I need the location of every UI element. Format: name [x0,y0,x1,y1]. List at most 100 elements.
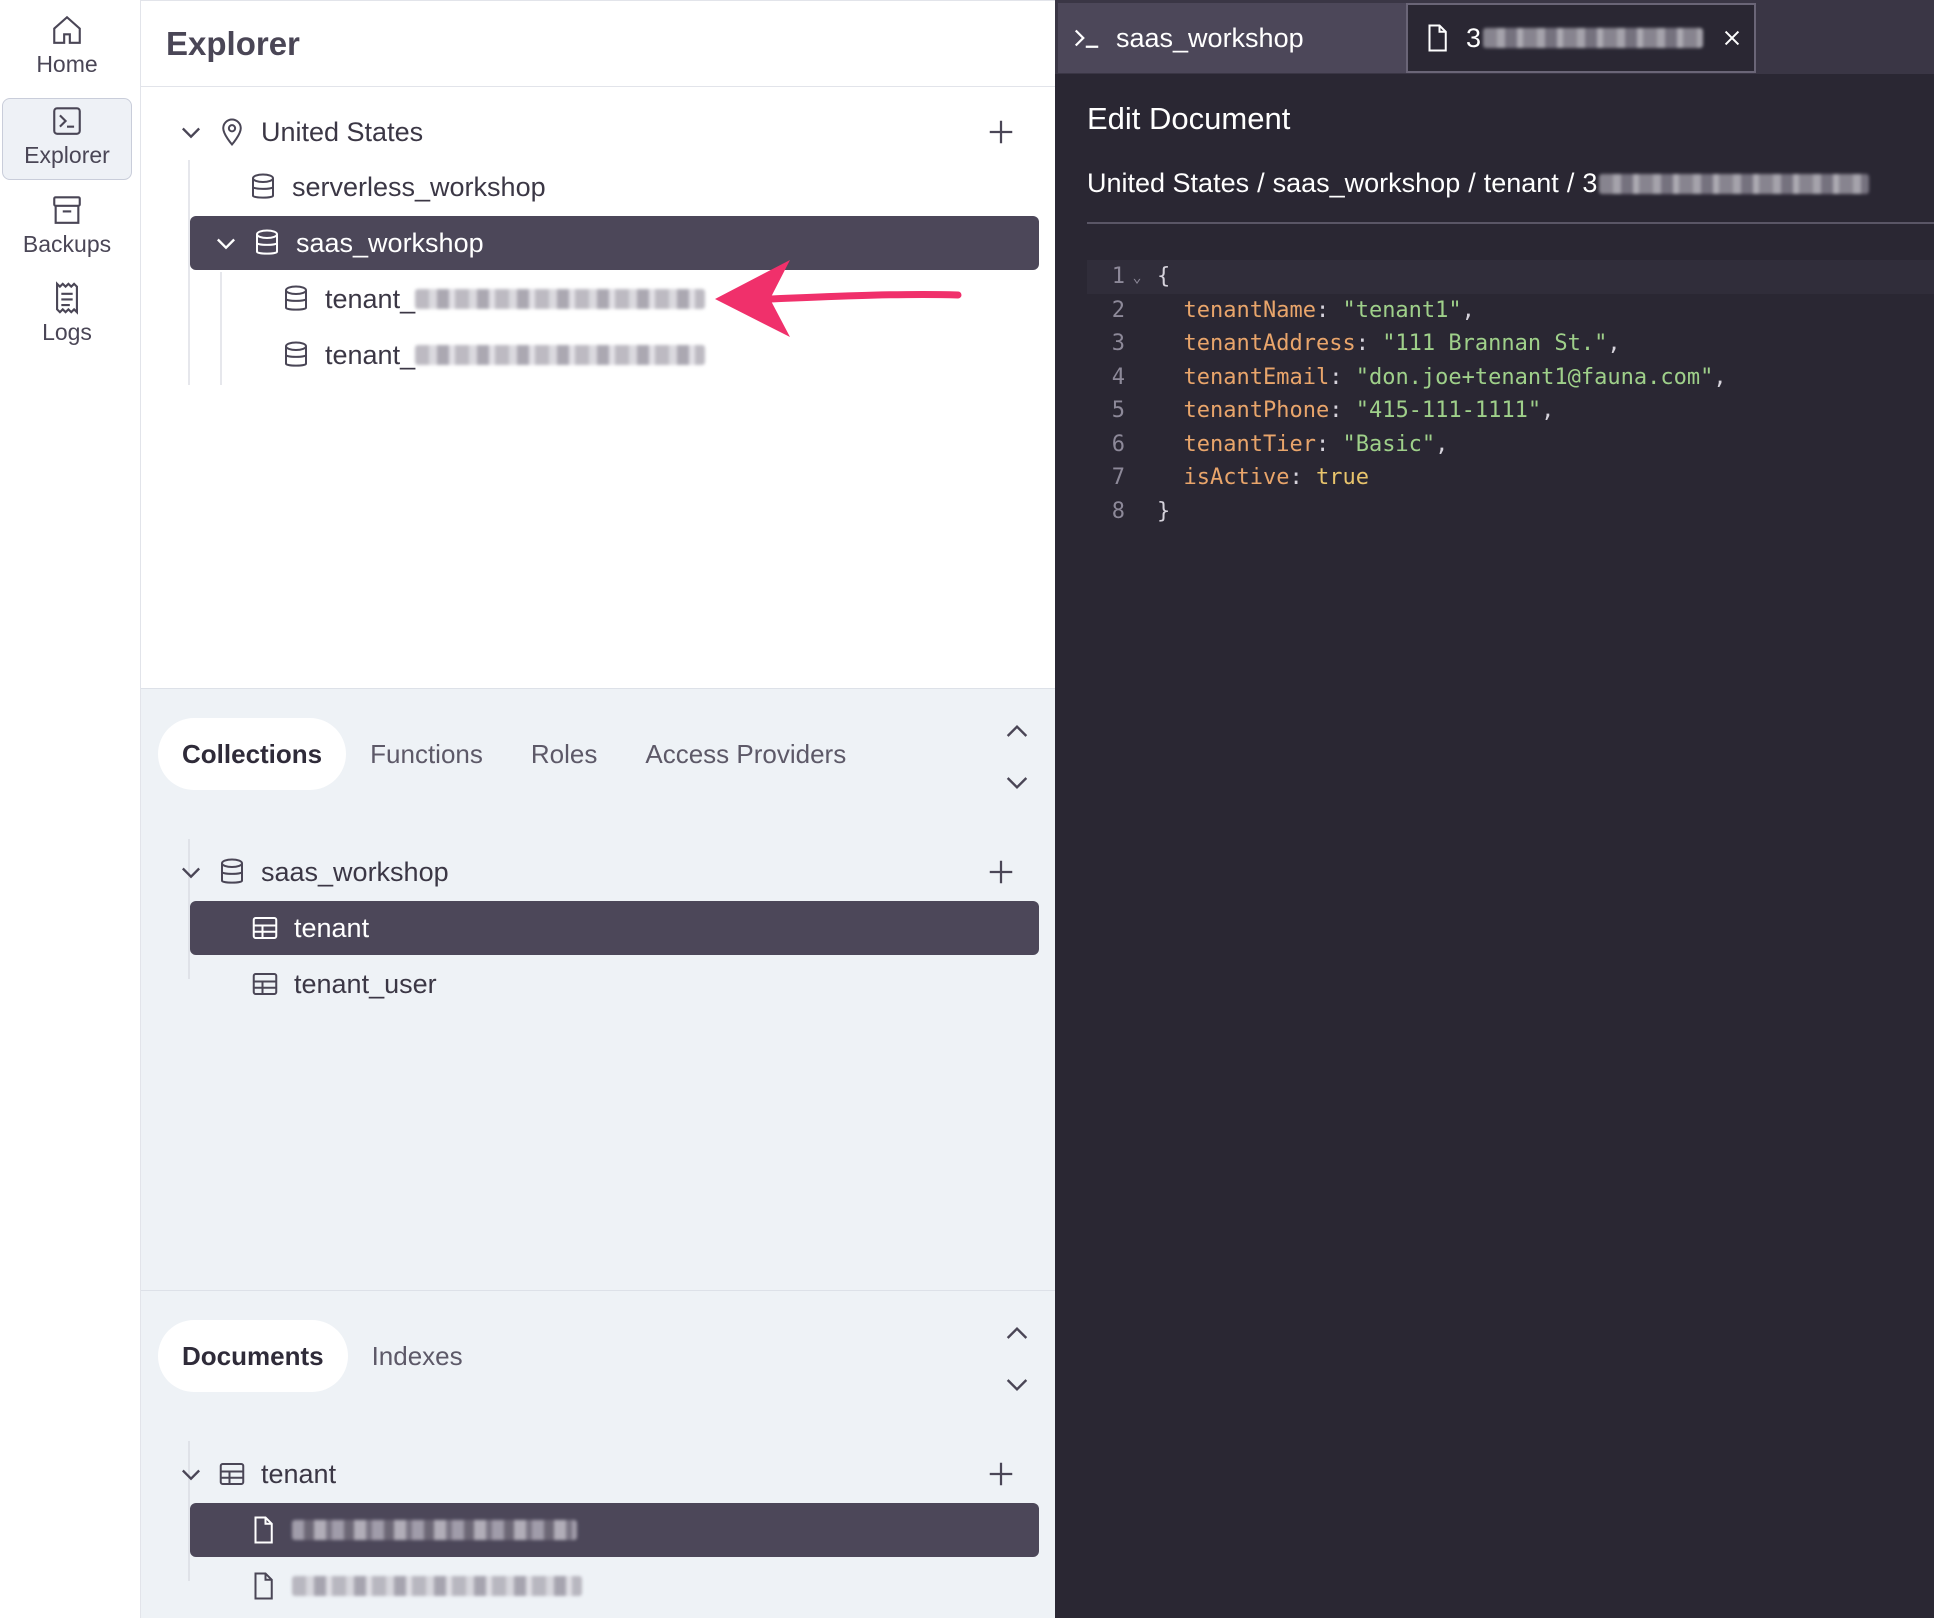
nav-rail: Home Explorer Backups Logs [0,0,141,1618]
code-text: tenantName: "tenant1", [1183,297,1475,323]
chevron-down-icon[interactable] [1001,1368,1033,1400]
database-name: saas_workshop [296,227,484,258]
breadcrumb: United States / saas_workshop / tenant /… [1087,168,1870,199]
collection-name: tenant [261,1458,337,1489]
tab-roles[interactable]: Roles [507,718,621,790]
tab-indexes[interactable]: Indexes [348,1320,487,1392]
database-icon [252,228,282,258]
explorer-panel: Explorer United States serverless_worksh… [141,0,1055,1618]
rail-label: Explorer [24,142,110,168]
chevron-down-icon[interactable] [177,858,205,886]
chevron-down-icon[interactable] [177,1460,205,1488]
tab-documents[interactable]: Documents [158,1320,348,1392]
rail-item-explorer[interactable]: Explorer [2,98,132,180]
code-text: tenantPhone: "415-111-1111", [1183,398,1555,424]
line-number: 5 [1111,398,1125,424]
database-name: tenant_ [325,283,416,314]
redacted-text [415,345,706,365]
document-item[interactable] [190,1503,1039,1557]
database-icon [281,284,311,314]
fold-chevron-icon[interactable]: ⌄ [1127,268,1147,286]
tab-document[interactable]: 3 [1406,3,1756,73]
code-line[interactable]: 2 tenantName: "tenant1", [1087,294,1934,328]
line-number: 8 [1111,498,1125,524]
redacted-text [1599,173,1870,194]
document-item[interactable] [248,1559,948,1613]
chevron-down-icon[interactable] [177,118,205,146]
breadcrumb-item[interactable]: saas_workshop [1273,168,1461,199]
line-number: 4 [1111,364,1125,390]
shell-icon [1074,29,1099,48]
code-line[interactable]: 7 isActive: true [1087,461,1934,495]
line-number: 2 [1111,297,1125,323]
chevron-up-icon[interactable] [1001,1318,1033,1350]
editor-title: Edit Document [1087,101,1291,136]
json-key: isActive [1183,465,1290,491]
tab-label: 3 [1466,22,1482,53]
add-database-icon[interactable] [986,117,1016,147]
code-text: { [1157,264,1171,290]
redacted-text [292,1576,582,1596]
line-number: 6 [1111,431,1125,457]
tab-shell-saas-workshop[interactable]: saas_workshop [1058,3,1406,73]
json-value: "Basic" [1342,431,1436,457]
breadcrumb-item[interactable]: United States [1087,168,1249,199]
code-line[interactable]: 3 tenantAddress: "111 Brannan St.", [1087,327,1934,361]
table-icon [217,1459,247,1489]
rail-item-logs[interactable]: Logs [2,274,132,356]
redacted-text [292,1520,577,1540]
tree-db-serverless-workshop[interactable]: serverless_workshop [248,160,948,214]
add-collection-icon[interactable] [986,857,1016,887]
tab-access-providers[interactable]: Access Providers [621,718,870,790]
code-line[interactable]: 1 ⌄ { [1087,260,1934,294]
rail-item-home[interactable]: Home [2,6,132,88]
documents-tabs: Documents Indexes [158,1320,487,1392]
json-value: "tenant1" [1342,297,1462,323]
code-text: tenantAddress: "111 Brannan St.", [1183,331,1621,357]
chevron-down-icon[interactable] [212,229,240,257]
breadcrumb-separator: / [1566,168,1575,198]
log-icon [56,281,78,315]
code-line[interactable]: 6 tenantTier: "Basic", [1087,428,1934,462]
breadcrumb-item[interactable]: tenant [1484,168,1559,199]
collection-item-tenant-user[interactable]: tenant_user [250,957,950,1011]
collection-name: tenant_user [294,968,437,999]
tree-guide [220,272,222,385]
line-number: 7 [1111,465,1125,491]
rail-item-backups[interactable]: Backups [2,186,132,268]
divider [1087,222,1934,224]
json-key: tenantPhone [1183,398,1330,424]
collections-tabs: Collections Functions Roles Access Provi… [158,718,870,790]
json-editor[interactable]: 1 ⌄{2 tenantName: "tenant1", 3 tenantAddre… [1087,260,1934,528]
region-label: United States [261,116,424,147]
code-line[interactable]: 8} [1087,495,1934,529]
chevron-up-icon[interactable] [1001,716,1033,748]
add-document-icon[interactable] [986,1459,1016,1489]
documents-collection-tenant[interactable]: tenant [177,1447,917,1501]
database-icon [281,340,311,370]
code-text: tenantTier: "Basic", [1183,431,1449,457]
breadcrumb-separator: / [1257,168,1265,198]
collection-item-tenant[interactable]: tenant [190,901,1039,955]
chevron-down-icon[interactable] [1001,766,1033,798]
archive-icon [53,196,81,224]
code-line[interactable]: 5 tenantPhone: "415-111-1111", [1087,394,1934,428]
collections-db-saas-workshop[interactable]: saas_workshop [177,845,917,899]
tree-region-united-states[interactable]: United States [177,105,917,159]
tab-functions[interactable]: Functions [346,718,507,790]
line-number: 1 [1111,264,1125,290]
close-icon[interactable] [1721,27,1743,49]
json-value: "don.joe+tenant1@fauna.com" [1355,364,1714,390]
database-name: serverless_workshop [292,171,546,202]
explorer-header: Explorer [141,0,1055,87]
collections-section: Collections Functions Roles Access Provi… [141,688,1055,1290]
tab-collections[interactable]: Collections [158,718,347,790]
database-name: saas_workshop [261,856,449,887]
page-title: Explorer [166,25,300,62]
table-icon [250,969,280,999]
rail-label: Logs [42,319,92,345]
breadcrumb-separator: / [1468,168,1476,198]
code-line[interactable]: 4 tenantEmail: "don.joe+tenant1@fauna.co… [1087,361,1934,395]
collection-name: tenant [294,912,370,943]
document-icon [1428,24,1447,52]
